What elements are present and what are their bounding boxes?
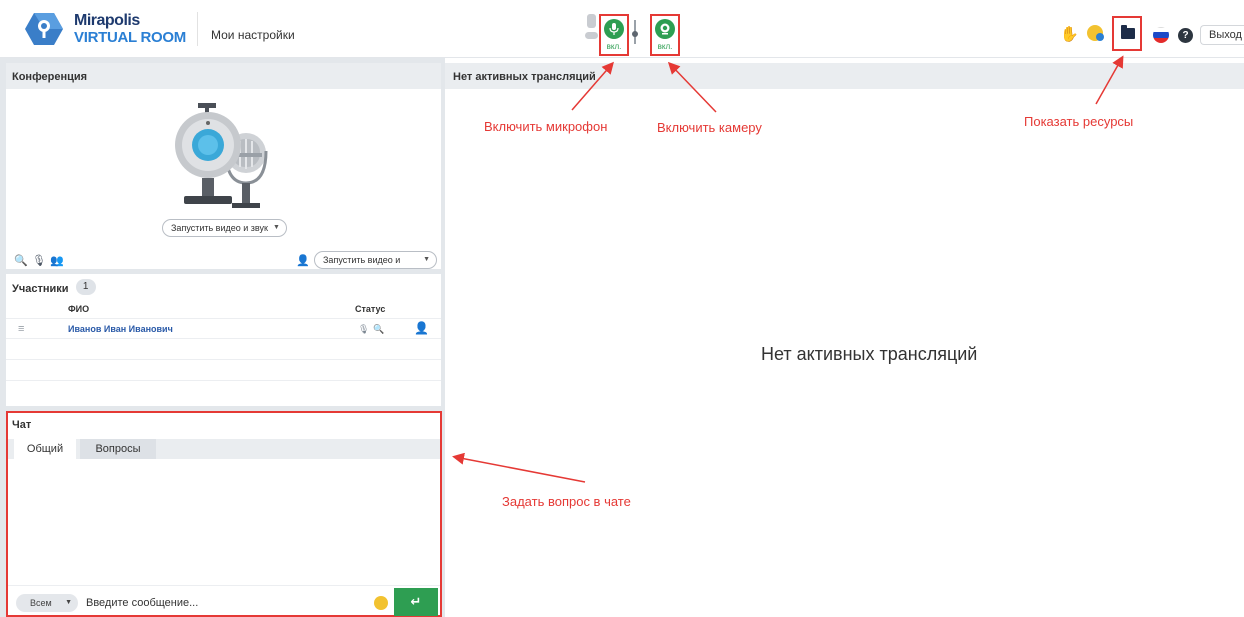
send-button[interactable]: ↵: [394, 588, 438, 616]
microphone-icon: [604, 19, 624, 39]
participants-count-badge: 1: [75, 279, 96, 295]
chevron-down-icon: ▼: [272, 224, 280, 231]
emoji-status-icon[interactable]: [1087, 25, 1104, 41]
chat-input-bar: Всем ▼ ↵: [8, 585, 440, 616]
help-icon[interactable]: ?: [1178, 28, 1193, 43]
webcam-microphone-illustration: [166, 101, 284, 221]
top-bar: Mirapolis VIRTUAL ROOM Мои настройки вкл…: [0, 0, 1244, 58]
logo-line-1: Mirapolis: [74, 12, 140, 29]
participants-title: Участники: [12, 283, 69, 295]
no-broadcast-message: Нет активных трансляций: [761, 344, 978, 364]
drag-handle-icon[interactable]: ≡: [18, 323, 24, 335]
column-header-name[interactable]: ФИО: [68, 304, 89, 314]
annotation-camera: Включить камеру: [657, 120, 762, 135]
raise-hand-icon[interactable]: ✋: [1060, 25, 1079, 43]
start-video-audio-label: Запустить видео и звук: [171, 223, 268, 233]
camera-user-icon[interactable]: 🔍: [14, 254, 28, 267]
logo-hexagon-icon: [24, 12, 64, 46]
header-divider: [197, 12, 198, 46]
broadcast-header: Нет активных трансляций: [445, 63, 1244, 89]
mic-level-icon: [585, 14, 599, 42]
chat-panel: Чат Общий Вопросы Всем ▼ ↵: [6, 411, 442, 617]
my-settings-link[interactable]: Мои настройки: [211, 28, 295, 42]
chat-tabs: Общий Вопросы: [8, 439, 440, 459]
start-video-audio-button-2[interactable]: Запустить видео и звук ▼: [314, 251, 437, 281]
exit-button[interactable]: Выход: [1200, 25, 1244, 45]
folder-icon: [1121, 25, 1135, 39]
participants-panel: Участники 1 ФИО Статус ≡ Иванов Иван Ива…: [6, 274, 441, 406]
users-action-icon[interactable]: 👥: [50, 254, 64, 267]
conference-title: Конференция: [6, 63, 441, 89]
camera-icon: [655, 19, 675, 39]
left-column: Конференция Запустить видео и звук ▼ 🔍 🎙…: [0, 58, 444, 617]
annotation-mic: Включить микрофон: [484, 119, 608, 134]
language-flag-icon[interactable]: [1153, 27, 1169, 43]
conference-panel: Конференция Запустить видео и звук ▼ 🔍 🎙…: [6, 63, 441, 281]
column-header-status[interactable]: Статус: [355, 304, 385, 314]
chevron-down-icon: ▼: [423, 256, 430, 263]
empty-row: [6, 339, 441, 360]
emoji-icon[interactable]: [374, 596, 388, 610]
mic-toggle-label: вкл.: [606, 42, 622, 51]
annotation-chat: Задать вопрос в чате: [502, 494, 631, 509]
recipient-value: Всем: [30, 598, 52, 608]
participants-table-header: ФИО Статус: [6, 301, 441, 317]
broadcast-area: Нет активных трансляций Нет активных тра…: [444, 58, 1244, 617]
participants-header: Участники 1: [6, 274, 441, 300]
participant-role-icon[interactable]: 👤: [414, 321, 429, 335]
camera-toggle-label: вкл.: [657, 42, 673, 51]
conference-toolbar: 🔍 🎙 👥 👤 Запустить видео и звук ▼: [12, 248, 437, 281]
tab-questions[interactable]: Вопросы: [80, 439, 156, 459]
table-row[interactable]: ≡ Иванов Иван Иванович 🎙 🔍 👤: [6, 318, 441, 339]
empty-row: [6, 360, 441, 381]
tab-common[interactable]: Общий: [14, 439, 76, 459]
chevron-down-icon: ▼: [65, 599, 72, 606]
mic-toggle-button[interactable]: вкл.: [599, 14, 629, 56]
app-logo[interactable]: Mirapolis VIRTUAL ROOM: [24, 12, 186, 46]
camera-toggle-button[interactable]: вкл.: [650, 14, 680, 56]
annotation-resources: Показать ресурсы: [1024, 114, 1134, 129]
chat-message-input[interactable]: [86, 594, 366, 612]
participant-name[interactable]: Иванов Иван Иванович: [68, 324, 173, 334]
person-icon: 👤: [296, 255, 310, 267]
camera-status-icon: 🔍: [373, 324, 385, 334]
chat-title: Чат: [12, 419, 32, 431]
mic-status-icon: 🎙: [358, 324, 370, 334]
recipient-select[interactable]: Всем ▼: [16, 594, 78, 612]
mic-user-icon[interactable]: 🎙: [32, 254, 46, 267]
show-resources-button[interactable]: [1112, 16, 1142, 51]
logo-text: Mirapolis VIRTUAL ROOM: [74, 12, 186, 46]
media-divider-dot: [632, 31, 638, 37]
start-video-audio-button[interactable]: Запустить видео и звук ▼: [162, 219, 287, 237]
logo-line-2: VIRTUAL ROOM: [74, 29, 186, 46]
